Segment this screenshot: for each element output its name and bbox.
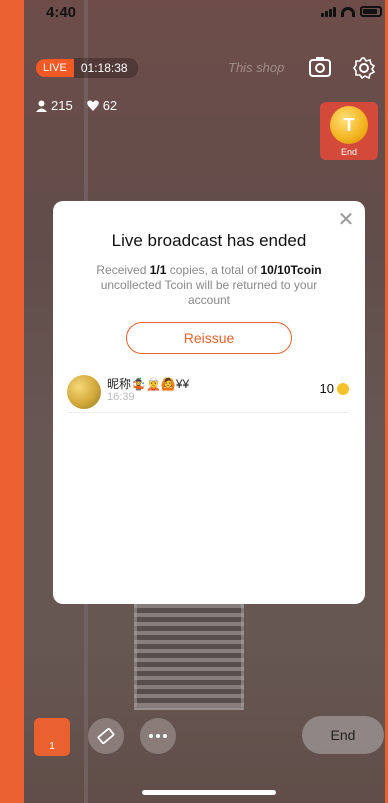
close-icon[interactable]: ✕ — [337, 210, 355, 230]
tcoin-end-label: End — [340, 147, 357, 157]
home-indicator[interactable] — [142, 790, 276, 795]
viewers-value: 215 — [51, 98, 73, 113]
record-nickname: 昵称🤹🧝🙆¥¥ — [107, 377, 190, 391]
list-item: 昵称🤹🧝🙆¥¥ 16:39 10 — [67, 373, 349, 413]
more-options-icon[interactable] — [140, 718, 176, 754]
total-value: 10/10Tcoin — [260, 263, 322, 277]
live-duration: 01:18:38 — [73, 58, 138, 78]
broadcast-ended-dialog: ✕ Live broadcast has ended Received 1/1 … — [53, 201, 365, 604]
likes-count: 62 — [86, 98, 118, 113]
live-badge: LIVE — [36, 59, 74, 77]
signal-icon — [321, 7, 336, 17]
record-amount-value: 10 — [319, 381, 334, 396]
battery-icon — [360, 6, 382, 17]
camera-flip-icon[interactable] — [308, 56, 332, 78]
likes-value: 62 — [102, 98, 118, 113]
msg-mid: copies, a total of — [166, 263, 261, 277]
live-status: LIVE 01:18:38 — [36, 58, 138, 78]
tcoin-widget[interactable]: T End — [320, 102, 378, 160]
settings-gear-icon[interactable] — [352, 56, 376, 80]
msg-suffix: uncollected Tcoin will be returned to yo… — [100, 278, 318, 307]
shop-watermark: This shop — [228, 60, 285, 75]
status-icons — [321, 6, 382, 17]
dialog-message: Received 1/1 copies, a total of 10/10Tco… — [81, 263, 337, 308]
status-time: 4:40 — [46, 4, 77, 21]
msg-prefix: Received — [96, 263, 150, 277]
end-live-button[interactable]: End — [302, 716, 384, 754]
coin-icon — [337, 382, 349, 395]
heart-icon — [86, 100, 99, 111]
avatar — [67, 375, 101, 409]
bag-count: 1 — [49, 741, 55, 752]
viewers-count: 215 — [36, 98, 73, 113]
record-time: 16:39 — [107, 391, 135, 403]
record-amount: 10 — [320, 381, 349, 396]
live-stats: 215 62 — [36, 98, 117, 113]
tcoin-icon: T — [330, 106, 368, 144]
reissue-button[interactable]: Reissue — [126, 322, 292, 354]
person-icon — [36, 100, 47, 112]
wifi-icon — [341, 7, 355, 17]
copies-value: 1/1 — [149, 263, 167, 277]
dialog-title: Live broadcast has ended — [111, 231, 307, 250]
shopping-bag-button[interactable]: 1 — [34, 718, 70, 756]
coupon-ticket-icon[interactable] — [88, 718, 124, 754]
